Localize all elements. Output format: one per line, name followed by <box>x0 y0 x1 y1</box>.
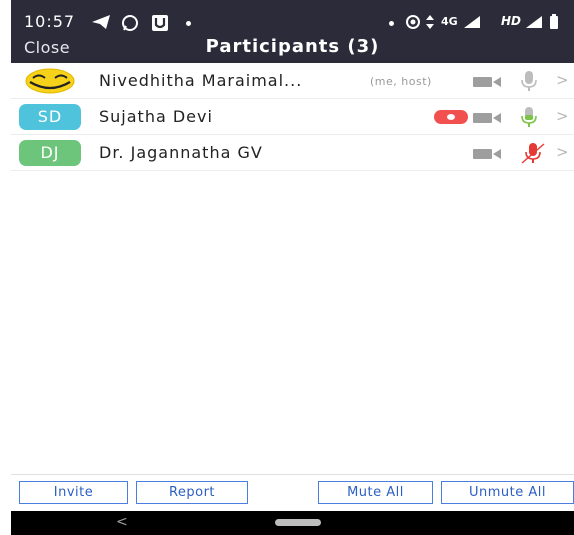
mic-muted-red-icon <box>520 142 546 168</box>
recording-icon <box>434 110 468 124</box>
page-title: Participants (3) <box>205 36 380 57</box>
title-bar: Participants (3) Close <box>11 36 574 63</box>
participant-name: Nivedhitha Maraimal... <box>99 71 303 90</box>
avatar <box>19 68 81 94</box>
participants-list: Nivedhitha Maraimal... (me, host) > SD S… <box>11 63 574 171</box>
telegram-icon <box>91 14 111 34</box>
invite-button[interactable]: Invite <box>19 481 128 504</box>
status-bar: 10:57 4G HD <box>11 12 574 34</box>
avatar: DJ <box>19 140 81 166</box>
unmute-all-button[interactable]: Unmute All <box>441 481 574 504</box>
participant-row[interactable]: Nivedhitha Maraimal... (me, host) > <box>11 63 574 99</box>
smiley-face-icon <box>25 68 75 94</box>
notification-dot-icon <box>186 21 191 26</box>
participants-screen: 10:57 4G HD Participants (3) Close Nived… <box>11 0 574 535</box>
video-off-icon <box>473 110 503 129</box>
video-off-icon <box>473 146 503 165</box>
mic-active-icon <box>520 106 538 132</box>
chevron-right-icon: > <box>556 71 569 89</box>
data-arrows-icon <box>425 14 435 34</box>
signal-icon <box>463 14 481 33</box>
video-off-icon <box>473 74 503 93</box>
participant-row[interactable]: DJ Dr. Jagannatha GV > <box>11 135 574 171</box>
close-button[interactable]: Close <box>24 38 70 57</box>
header: 10:57 4G HD Participants (3) Close <box>11 0 574 63</box>
battery-icon <box>549 14 559 34</box>
network-type: 4G <box>441 15 458 28</box>
mute-all-button[interactable]: Mute All <box>318 481 433 504</box>
avatar: SD <box>19 104 81 130</box>
hd-voice-label: HD <box>501 14 522 28</box>
signal-icon <box>525 14 543 33</box>
participant-row[interactable]: SD Sujatha Devi > <box>11 99 574 135</box>
participant-name: Dr. Jagannatha GV <box>99 143 263 162</box>
status-time: 10:57 <box>24 12 76 31</box>
u-app-icon <box>151 14 169 36</box>
participant-name: Sujatha Devi <box>99 107 213 126</box>
mic-muted-icon <box>520 70 538 96</box>
nav-home-pill[interactable] <box>275 519 321 526</box>
action-bar: Invite Report Mute All Unmute All <box>11 474 574 510</box>
hotspot-icon <box>404 14 422 34</box>
notification-dot-icon <box>389 21 394 26</box>
chevron-right-icon: > <box>556 107 569 125</box>
whatsapp-icon <box>121 14 139 36</box>
participant-role-tag: (me, host) <box>370 75 432 88</box>
nav-back-button[interactable]: < <box>116 514 128 530</box>
system-nav-bar: < <box>11 511 574 535</box>
report-button[interactable]: Report <box>136 481 248 504</box>
chevron-right-icon: > <box>556 143 569 161</box>
